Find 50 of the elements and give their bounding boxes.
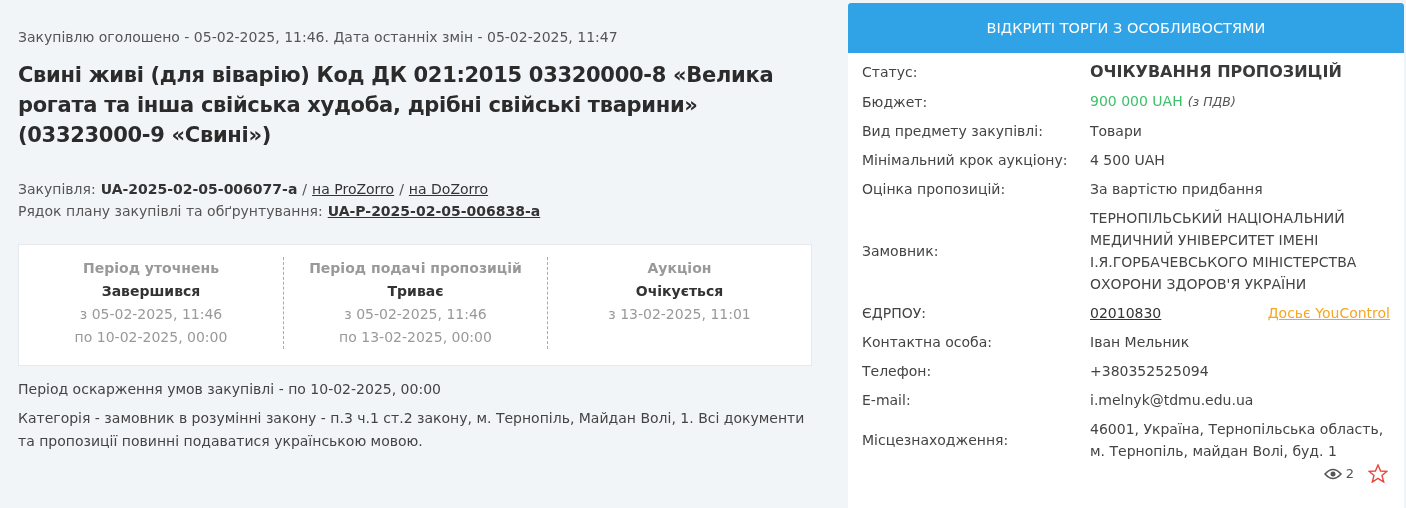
period-title: Період подачі пропозицій: [309, 259, 522, 278]
period-status: Завершився: [101, 282, 201, 301]
info-label: Вид предмету закупівлі:: [862, 122, 1044, 141]
period-date: по 10-02-2025, 00:00: [74, 328, 228, 347]
edrpou-link[interactable]: 02010830: [1090, 302, 1162, 324]
vat-note: (з ПДВ): [1187, 94, 1236, 109]
period-title: Аукціон: [647, 259, 712, 278]
info-label: Контактна особа:: [862, 333, 993, 352]
info-label: Замовник:: [862, 242, 940, 261]
info-value: +380352525094: [1090, 362, 1210, 381]
plan-link[interactable]: UA-P-2025-02-05-006838-a: [327, 200, 541, 222]
info-value: ТЕРНОПІЛЬСЬКИЙ НАЦІОНАЛЬНИЙ МЕДИЧНИЙ УНІВЕРСИТЕТ ІМЕНІ І.Я.ГОРБАЧЕВСЬКОГО МІНІСТЕРСТВА ОХОРОНИ ЗДОРОВ'Я УКРАЇНИ: [1090, 208, 1358, 294]
info-value: i.melnyk@tdmu.edu.ua: [1090, 391, 1255, 410]
info-label: Бюджет:: [862, 92, 929, 112]
announcement-dates: Закупівлю оголошено - 05-02-2025, 11:46. Дата останніх змін - 05-02-2025, 11:47: [18, 28, 619, 47]
period-date: з 05-02-2025, 11:46: [344, 305, 487, 324]
period-status: Триває: [387, 282, 444, 301]
status-value: ОЧІКУВАННЯ ПРОПОЗИЦІЙ: [1090, 61, 1343, 83]
period-status: Очікується: [635, 282, 724, 301]
category-note: Категорія - замовник в розумінні закону - п.3 ч.1 ст.2 закону, м. Тернопіль, Майдан Волі, 1. Всі документи та пропозиції повинні подаватися українською мовою.: [18, 409, 806, 451]
info-value: 46001, Україна, Тернопільська область, м. Тернопіль, майдан Волі, буд. 1: [1090, 420, 1385, 461]
plan-label: Рядок плану закупівлі та обґрунтування:: [18, 202, 323, 221]
procurement-label: Закупівля:: [18, 180, 96, 199]
info-label: Місцезнаходження:: [862, 431, 1010, 450]
view-count: 2: [1345, 466, 1354, 481]
info-value: 4 500 UAH: [1090, 151, 1166, 170]
tender-title: Свині живі (для віварію) Код ДК 021:2015 03320000-8 «Велика рогата та інша свійська худоба, дрібні свійські тварини» (03323000-9 «Свині»): [18, 62, 775, 149]
appeal-period: Період оскарження умов закупівлі - по 10-02-2025, 00:00: [18, 380, 442, 399]
info-value: Іван Мельник: [1090, 333, 1191, 352]
info-label: Оцінка пропозицій:: [862, 180, 1007, 199]
external-link[interactable]: на ProZorro: [312, 178, 395, 200]
external-link[interactable]: на DoZorro: [408, 178, 489, 200]
separator: /: [399, 180, 404, 199]
procedure-header: ВІДКРИТІ ТОРГИ З ОСОБЛИВОСТЯМИ: [848, 3, 1404, 53]
star-icon[interactable]: [1368, 464, 1388, 483]
info-label: Статус:: [862, 63, 919, 82]
procurement-id: UA-2025-02-05-006077-a: [100, 180, 298, 199]
info-label: Мінімальний крок аукціону:: [862, 151, 1069, 170]
info-value: За вартістю придбання: [1090, 180, 1264, 199]
period-date: по 13-02-2025, 00:00: [339, 328, 492, 347]
info-value: Товари: [1090, 122, 1143, 141]
eye-icon: [1323, 467, 1342, 480]
info-label: Телефон:: [862, 362, 933, 381]
period-date: з 13-02-2025, 11:01: [608, 305, 751, 324]
info-label: E-mail:: [862, 391, 912, 410]
info-label: ЄДРПОУ:: [862, 304, 927, 323]
budget-amount: 900 000 UAH: [1090, 93, 1183, 109]
separator: /: [302, 180, 308, 199]
period-title: Період уточнень: [83, 259, 219, 278]
period-date: з 05-02-2025, 11:46: [79, 305, 223, 324]
